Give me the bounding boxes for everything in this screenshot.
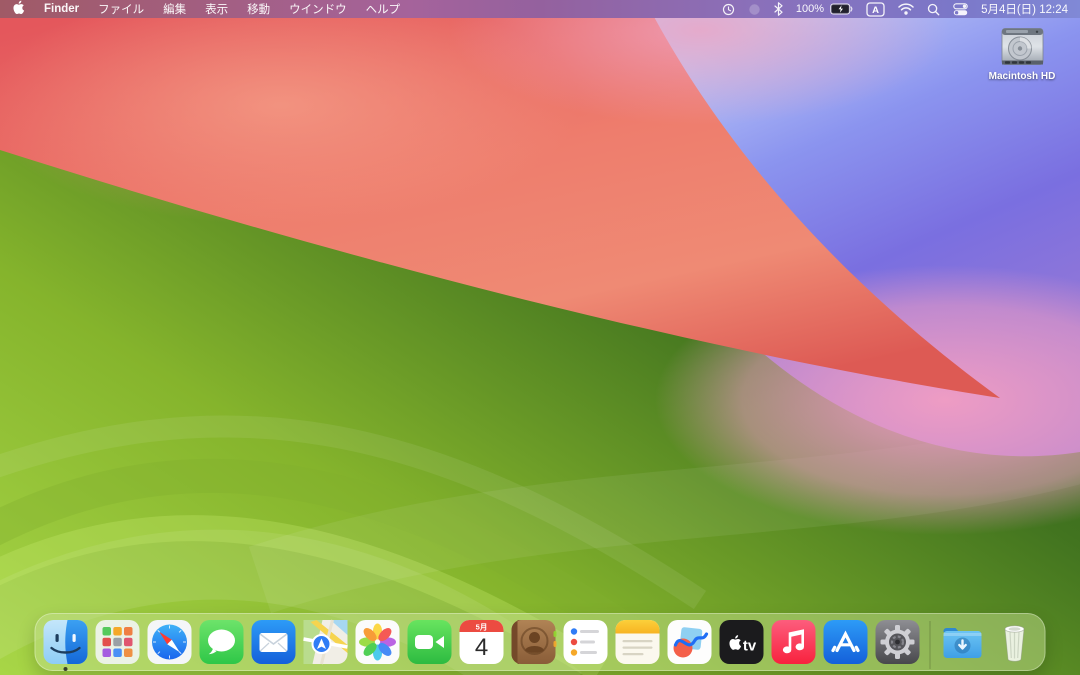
dock-system-settings-icon[interactable]: [875, 619, 921, 665]
menu-help[interactable]: ヘルプ: [366, 1, 401, 17]
dock-freeform-icon[interactable]: [667, 619, 713, 665]
desktop-icon-macintosh-hd[interactable]: Macintosh HD: [980, 27, 1064, 82]
wifi-icon[interactable]: [898, 3, 914, 15]
menu-go[interactable]: 移動: [247, 1, 270, 17]
dimmed-status-icon[interactable]: [748, 3, 761, 16]
dock-trash-icon[interactable]: [992, 619, 1038, 665]
desktop-wallpaper: [0, 0, 1080, 675]
dock: 5月 4: [35, 613, 1046, 671]
input-source-letter: A: [872, 5, 879, 16]
dock-calendar-icon[interactable]: 5月 4: [459, 619, 505, 665]
finder-running-indicator: [64, 667, 68, 671]
menu-view[interactable]: 表示: [205, 1, 228, 17]
battery-percentage: 100%: [796, 3, 824, 15]
control-center-icon[interactable]: [953, 3, 968, 16]
battery-icon[interactable]: [830, 3, 853, 15]
dock-downloads-folder-icon[interactable]: [940, 619, 986, 665]
apple-menu[interactable]: [12, 0, 25, 18]
dock-music-icon[interactable]: [771, 619, 817, 665]
tv-logo-text: tv: [743, 638, 757, 655]
menu-bar: Finder ファイル 編集 表示 移動 ウインドウ ヘルプ 100%: [0, 0, 1080, 18]
dock-notes-icon[interactable]: [615, 619, 661, 665]
dock-messages-icon[interactable]: [199, 619, 245, 665]
input-source-badge[interactable]: A: [866, 2, 885, 17]
active-app-menu[interactable]: Finder: [44, 3, 79, 15]
clock-status-icon[interactable]: [722, 3, 735, 16]
dock-launchpad-icon[interactable]: [95, 619, 141, 665]
dock-photos-icon[interactable]: [355, 619, 401, 665]
menu-bar-clock[interactable]: 5月4日(日) 12:24: [981, 1, 1068, 17]
calendar-day-text: 4: [475, 634, 488, 661]
dock-mail-icon[interactable]: [251, 619, 297, 665]
menu-window[interactable]: ウインドウ: [289, 1, 347, 17]
search-icon[interactable]: [927, 3, 940, 16]
dock-facetime-icon[interactable]: [407, 619, 453, 665]
dock-tv-icon[interactable]: tv: [719, 619, 765, 665]
menu-file[interactable]: ファイル: [98, 1, 144, 17]
calendar-month-text: 5月: [476, 623, 488, 632]
dock-reminders-icon[interactable]: [563, 619, 609, 665]
desktop-icon-label: Macintosh HD: [989, 71, 1056, 82]
menu-bar-status: 100% A: [722, 1, 1068, 17]
dock-app-store-icon[interactable]: [823, 619, 869, 665]
apple-logo-icon: [12, 0, 25, 15]
dock-maps-icon[interactable]: [303, 619, 349, 665]
menu-edit[interactable]: 編集: [163, 1, 186, 17]
hard-drive-icon: [999, 27, 1046, 69]
dock-finder-icon[interactable]: [43, 619, 89, 665]
dock-safari-icon[interactable]: [147, 619, 193, 665]
bluetooth-icon[interactable]: [774, 2, 783, 16]
menu-bar-left: Finder ファイル 編集 表示 移動 ウインドウ ヘルプ: [12, 0, 400, 18]
dock-separator: [930, 621, 931, 669]
dock-contacts-icon[interactable]: [511, 619, 557, 665]
